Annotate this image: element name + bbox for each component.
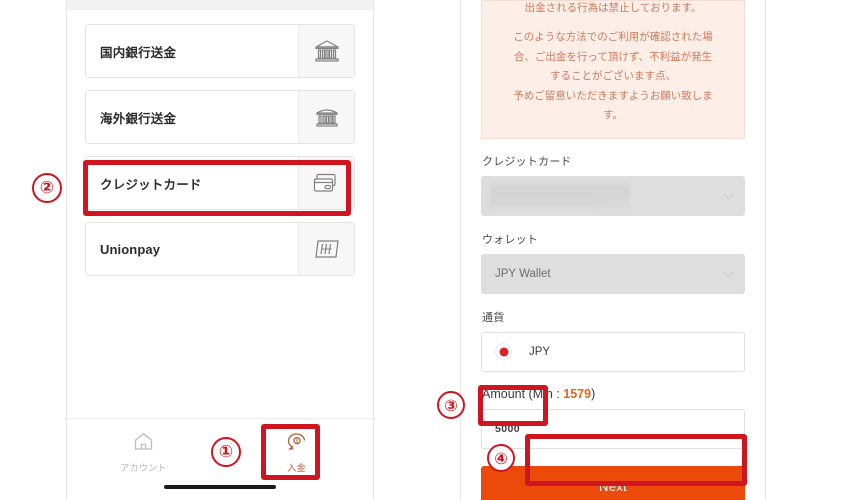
warning-line: このような方法でのご利用が確認された場: [513, 31, 713, 44]
annotation-marker-4: ④: [487, 444, 515, 472]
home-indicator: [164, 485, 276, 489]
currency-label: 通貨: [482, 311, 505, 324]
warning-line: 合、ご出金を行って頂けず、不利益が発生: [513, 50, 713, 63]
home-icon: [133, 432, 154, 456]
amount-label: Amount (Min : 1579): [482, 387, 745, 401]
warning-notice: 出金される行為は禁止しております。 このような方法でのご利用が確認された場 合、…: [481, 0, 745, 139]
tab-account-label: アカウント: [120, 463, 167, 473]
payment-method-list: 国内銀行送金 海外銀行送金 クレジットカード Unionpay: [67, 10, 373, 276]
amount-label-suffix: ): [591, 386, 596, 401]
payment-method-label: 国内銀行送金: [100, 45, 177, 60]
screenshot-stage: 国内銀行送金 海外銀行送金 クレジットカード Unionpay アカウント 入金…: [0, 0, 850, 500]
bank-overseas-icon: [298, 91, 354, 143]
amount-input[interactable]: 5000: [481, 408, 745, 449]
payment-method-domestic-bank[interactable]: 国内銀行送金: [85, 24, 355, 78]
annotation-marker-1: ①: [211, 437, 241, 467]
amount-label-prefix: Amount (Min :: [482, 386, 564, 401]
chevron-down-icon: [723, 189, 734, 200]
payment-method-unionpay[interactable]: Unionpay: [85, 222, 355, 276]
deposit-form: 出金される行為は禁止しております。 このような方法でのご利用が確認された場 合、…: [461, 0, 765, 500]
left-phone-screen: 国内銀行送金 海外銀行送金 クレジットカード Unionpay アカウント 入金: [66, 0, 374, 500]
redacted-card-value-2: [490, 198, 598, 209]
wallet-label: ウォレット: [482, 233, 538, 246]
payment-method-label: 海外銀行送金: [100, 111, 177, 126]
payment-method-label: Unionpay: [100, 241, 161, 257]
jp-flag-icon: [495, 343, 512, 361]
warning-line: 予めご留意いただきますようお願い致しま: [513, 89, 713, 102]
credit-card-icon: [298, 157, 354, 209]
warning-line: することがございます点、: [550, 70, 676, 83]
annotation-marker-2: ②: [32, 173, 62, 203]
right-phone-screen: 出金される行為は禁止しております。 このような方法でのご利用が確認された場 合、…: [460, 0, 766, 500]
warning-line-top: 出金される行為は禁止しております。: [524, 2, 702, 14]
payment-method-credit-card[interactable]: クレジットカード: [85, 156, 355, 210]
next-button[interactable]: Next: [481, 465, 745, 500]
wallet-select[interactable]: JPY Wallet: [481, 253, 745, 294]
payment-method-overseas-bank[interactable]: 海外銀行送金: [85, 90, 355, 144]
status-bar-strip: [67, 0, 373, 10]
credit-card-select[interactable]: [481, 175, 745, 216]
tab-deposit-label: 入金: [287, 463, 306, 473]
credit-card-label: クレジットカード: [482, 155, 572, 168]
unionpay-card-icon: [298, 223, 354, 275]
deposit-coin-icon: [286, 432, 307, 456]
annotation-marker-3: ③: [437, 391, 465, 419]
warning-spacer: [496, 18, 730, 28]
amount-min-value: 1579: [563, 386, 592, 401]
currency-select[interactable]: JPY: [481, 331, 745, 372]
warning-line: す。: [603, 109, 623, 122]
payment-method-label: クレジットカード: [100, 177, 202, 192]
currency-value: JPY: [529, 345, 551, 358]
wallet-value: JPY Wallet: [495, 267, 551, 280]
amount-input-value: 5000: [495, 422, 520, 435]
chevron-down-icon: [723, 267, 734, 278]
bank-building-icon: [298, 25, 354, 77]
